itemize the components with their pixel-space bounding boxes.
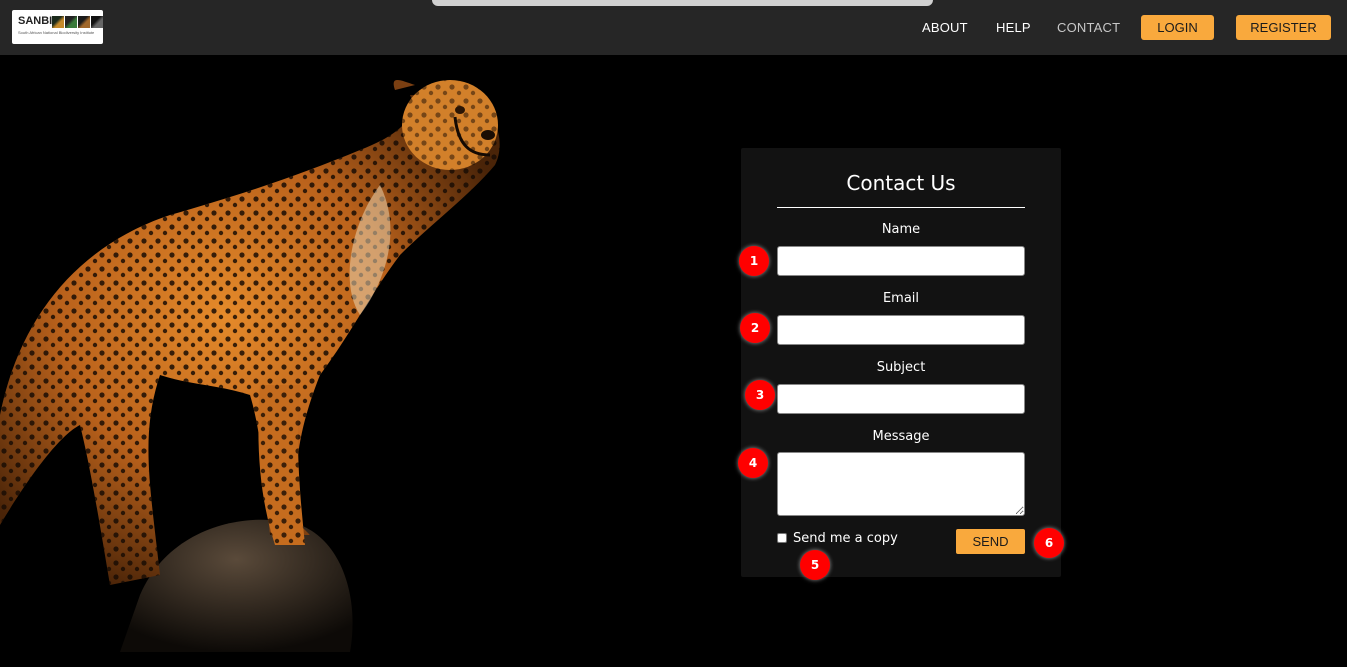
marker-2: 2 [740,313,770,343]
logo-image-tiles [52,16,103,28]
message-textarea[interactable] [777,452,1025,516]
top-drawer-tab[interactable] [432,0,933,6]
marker-1: 1 [739,246,769,276]
send-copy-checkbox[interactable] [777,533,787,543]
send-button[interactable]: SEND [956,529,1025,554]
email-input[interactable] [777,315,1025,345]
register-button[interactable]: REGISTER [1236,15,1331,40]
subject-input[interactable] [777,384,1025,414]
nav-contact[interactable]: CONTACT [1057,20,1120,35]
logo-brand-text: SANBI [18,15,53,27]
marker-4: 4 [738,448,768,478]
form-title: Contact Us [846,171,956,195]
subject-label: Subject [876,360,926,375]
email-label: Email [882,291,920,306]
sanbi-logo[interactable]: SANBI South African National Biodiversit… [12,10,103,44]
marker-5: 5 [800,550,830,580]
contact-form-card: Contact Us Name Email Subject Message Se… [741,148,1061,577]
title-divider [777,207,1025,208]
name-label: Name [881,222,921,237]
marker-3: 3 [745,380,775,410]
login-button[interactable]: LOGIN [1141,15,1214,40]
nav-about[interactable]: ABOUT [922,20,968,35]
hero-image [0,55,545,652]
name-input[interactable] [777,246,1025,276]
marker-6: 6 [1034,528,1064,558]
nav-help[interactable]: HELP [996,20,1031,35]
message-label: Message [872,429,930,444]
top-navigation-bar: SANBI South African National Biodiversit… [0,0,1347,55]
cheetah-photo [0,80,500,652]
send-copy-label[interactable]: Send me a copy [793,531,898,546]
logo-subtitle: South African National Biodiversity Inst… [18,30,95,35]
